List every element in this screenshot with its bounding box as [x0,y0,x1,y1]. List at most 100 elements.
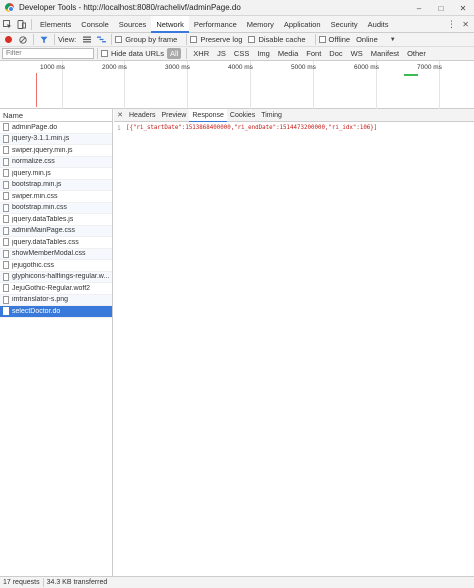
request-row[interactable]: adminPage.do [0,122,112,134]
type-filter-all[interactable]: All [166,48,182,59]
tab-security[interactable]: Security [326,16,363,33]
group-by-frame-checkbox[interactable] [115,36,123,43]
type-filter-font[interactable]: Font [303,48,324,59]
tick-label: 6000 ms [354,64,379,71]
minimize-button[interactable]: – [408,0,430,16]
filter-icon[interactable] [37,33,51,47]
tab-sources[interactable]: Sources [114,16,152,33]
status-bar: 17 requests 34.3 KB transferred [0,576,474,588]
request-row[interactable]: imtranslator-s.png [0,294,112,306]
request-row[interactable]: jquery.dataTables.css [0,237,112,249]
clear-icon[interactable] [16,33,30,47]
response-text: [{"ri_startDate":1513868400000,"ri_endDa… [126,125,378,131]
large-rows-icon[interactable] [80,33,94,47]
request-row[interactable]: selectDoctor.do [0,306,112,318]
request-row[interactable]: showMemberModal.css [0,248,112,260]
inspect-element-icon[interactable] [0,16,14,33]
timeline-overview[interactable]: 1000 ms 2000 ms 3000 ms 4000 ms 5000 ms … [0,61,474,109]
divider [111,34,113,45]
group-by-frame-toggle[interactable]: Group by frame [115,35,177,44]
type-filter-ws[interactable]: WS [348,48,366,59]
more-options-icon[interactable]: ⋮ [447,16,456,33]
request-list: adminPage.do jquery-3.1.1.min.js swiper.jq… [0,122,112,318]
throttling-value: Online [356,35,378,44]
offline-label: Offline [328,35,351,44]
view-label: View: [58,35,77,44]
type-filter-js[interactable]: JS [214,48,229,59]
name-column-header[interactable]: Name [0,109,112,122]
hide-data-urls-label: Hide data URLs [111,49,164,58]
device-toolbar-icon[interactable] [14,16,28,33]
file-icon [3,307,9,316]
chrome-icon [5,3,14,12]
hide-data-urls-toggle[interactable]: Hide data URLs [101,49,164,58]
file-icon [3,238,9,247]
filter-input[interactable] [2,48,94,59]
preserve-log-toggle[interactable]: Preserve log [190,35,242,44]
close-detail-icon[interactable]: ✕ [114,111,126,119]
request-name: imtranslator-s.png [12,296,69,304]
request-name: bootstrap.min.css [12,204,67,212]
request-name: jquery.dataTables.js [12,215,74,223]
request-row[interactable]: swiper.min.css [0,191,112,203]
tab-console[interactable]: Console [76,16,114,33]
request-row[interactable]: jquery.min.js [0,168,112,180]
waterfall-overview-icon[interactable] [94,33,108,47]
tab-timing[interactable]: Timing [258,109,285,122]
request-row[interactable]: jquery-3.1.1.min.js [0,133,112,145]
request-name: jquery.dataTables.css [12,238,79,246]
tab-audits[interactable]: Audits [363,16,394,33]
request-row[interactable]: glyphicons-halflings-regular.w... [0,271,112,283]
request-row[interactable]: bootstrap.min.js [0,179,112,191]
tab-network[interactable]: Network [151,15,189,33]
disable-cache-label: Disable cache [258,35,306,44]
request-name: swiper.jquery.min.js [12,146,73,154]
disable-cache-toggle[interactable]: Disable cache [248,35,306,44]
tab-application[interactable]: Application [279,16,326,33]
tab-headers[interactable]: Headers [126,109,158,122]
type-filter-manifest[interactable]: Manifest [368,48,402,59]
file-icon [3,169,9,178]
request-row[interactable]: normalize.css [0,156,112,168]
request-row[interactable]: JejuGothic-Regular.woff2 [0,283,112,295]
type-filter-img[interactable]: Img [254,48,273,59]
transferred-size: 34.3 KB transferred [46,579,108,586]
response-body[interactable]: 1 [{"ri_startDate":1513868400000,"ri_end… [114,122,474,135]
type-filter-other[interactable]: Other [404,48,429,59]
network-toolbar: View: Group by frame Preserve log Disabl… [0,33,474,47]
offline-checkbox[interactable] [318,36,326,43]
close-devtools-icon[interactable]: ✕ [462,16,469,33]
record-icon[interactable] [5,36,12,43]
preserve-log-checkbox[interactable] [190,36,198,43]
tab-elements[interactable]: Elements [35,16,76,33]
request-row[interactable]: adminMainPage.css [0,225,112,237]
divider [33,34,34,45]
disable-cache-checkbox[interactable] [248,36,256,43]
tab-cookies[interactable]: Cookies [227,109,258,122]
throttling-select[interactable]: Online ▼ [356,35,396,44]
close-window-button[interactable]: ✕ [452,0,474,16]
request-detail-panel: ✕ Headers Preview Response Cookies Timin… [114,108,474,576]
type-filter-media[interactable]: Media [275,48,301,59]
type-filter-doc[interactable]: Doc [326,48,345,59]
request-row[interactable]: jquery.dataTables.js [0,214,112,226]
request-name: jquery-3.1.1.min.js [12,135,70,143]
request-row[interactable]: swiper.jquery.min.js [0,145,112,157]
type-filter-xhr[interactable]: XHR [190,48,212,59]
hide-data-urls-checkbox[interactable] [101,50,108,57]
file-icon [3,180,9,189]
request-row[interactable]: jejugothic.css [0,260,112,272]
tab-memory[interactable]: Memory [242,16,279,33]
tab-preview[interactable]: Preview [158,109,189,122]
tab-performance[interactable]: Performance [189,16,242,33]
tab-response[interactable]: Response [189,108,227,122]
request-row[interactable]: bootstrap.min.css [0,202,112,214]
maximize-button[interactable]: □ [430,0,452,16]
divider [97,48,98,59]
file-icon [3,261,9,270]
offline-toggle[interactable]: Offline [318,35,351,44]
type-filter-css[interactable]: CSS [231,48,252,59]
tick-label: 7000 ms [417,64,442,71]
file-icon [3,249,9,258]
tick-label: 1000 ms [40,64,65,71]
